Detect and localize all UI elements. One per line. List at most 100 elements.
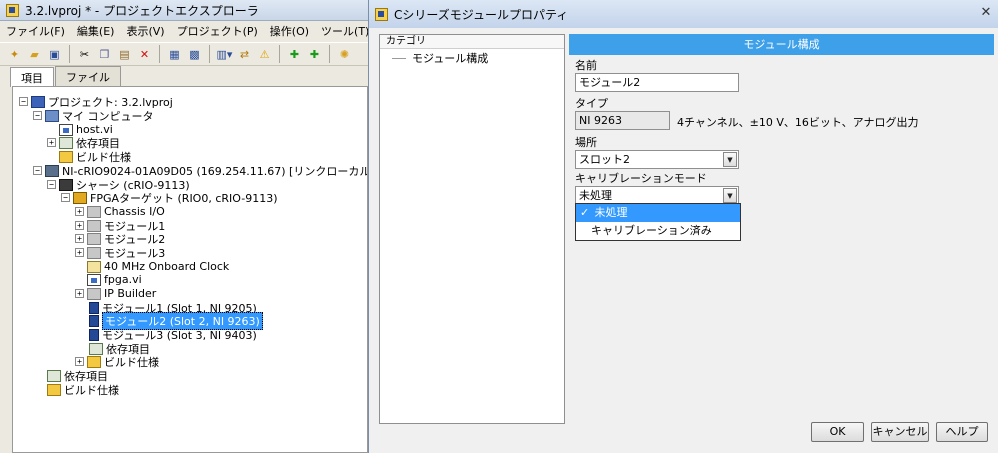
tree-item-project[interactable]: − プロジェクト: 3.2.lvproj (19, 95, 173, 109)
toolbar-separator (159, 45, 160, 63)
expand-icon[interactable]: + (75, 221, 84, 230)
menu-view[interactable]: 表示(V) (120, 23, 170, 39)
labview-app-icon (375, 7, 388, 21)
tree-item-fpga-target[interactable]: − FPGAターゲット (RIO0, cRIO-9113) (61, 191, 278, 205)
target-icon (45, 164, 59, 177)
ok-button[interactable]: OK (811, 422, 864, 442)
tree-item-build-specs[interactable]: ビルド仕様 (59, 150, 131, 164)
tree-item-chassis-io[interactable]: + Chassis I/O (75, 205, 165, 218)
menu-operate[interactable]: 操作(O) (264, 23, 315, 39)
calibration-mode-label: キャリブレーションモード (575, 172, 707, 185)
expand-icon[interactable]: + (47, 138, 56, 147)
menu-file[interactable]: ファイル(F) (0, 23, 71, 39)
calibration-mode-dropdown: ✓ 未処理 キャリブレーション済み (575, 203, 741, 241)
tree-item-label: IP Builder (104, 287, 157, 300)
build-icon[interactable]: ▦ (166, 46, 183, 63)
project-tree: − プロジェクト: 3.2.lvproj − マイ コンピュータ host.vi… (12, 86, 368, 453)
delete-icon[interactable]: ✕ (136, 46, 153, 63)
name-field[interactable]: モジュール2 (575, 73, 739, 92)
tab-files[interactable]: ファイル (55, 66, 121, 86)
new-icon[interactable]: ✦ (6, 46, 23, 63)
menu-bar: ファイル(F) 編集(E) 表示(V) プロジェクト(P) 操作(O) ツール(… (0, 21, 392, 41)
checkmark-icon: ✓ (580, 206, 590, 219)
deploy-icon[interactable]: ▩ (186, 46, 203, 63)
expand-icon[interactable]: + (75, 234, 84, 243)
location-select[interactable]: スロット2 ▼ (575, 150, 739, 169)
project-explorer-titlebar[interactable]: 3.2.lvproj * - プロジェクトエクスプローラ (0, 0, 370, 21)
tree-item-ip-builder[interactable]: + IP Builder (75, 287, 156, 300)
menu-tools[interactable]: ツール(T) (315, 23, 375, 39)
view-options-icon[interactable]: ▥▾ (216, 46, 233, 63)
save-all-icon[interactable]: ▣ (46, 46, 63, 63)
window-title: 3.2.lvproj * - プロジェクトエクスプローラ (25, 3, 259, 18)
tree-item-label: fpga.vi (104, 273, 142, 286)
name-label: 名前 (575, 59, 597, 72)
collapse-icon[interactable]: − (47, 180, 56, 189)
expand-icon[interactable]: + (75, 289, 84, 298)
copy-icon[interactable]: ❐ (96, 46, 113, 63)
expand-icon[interactable]: + (75, 207, 84, 216)
more-tools-icon[interactable]: ✺ (336, 46, 353, 63)
add-item-icon[interactable]: ✚ (286, 46, 303, 63)
toolbar-separator (209, 45, 210, 63)
expand-icon[interactable]: + (75, 357, 84, 366)
cut-icon[interactable]: ✂ (76, 46, 93, 63)
section-header: モジュール構成 (569, 34, 994, 55)
folder-icon (87, 205, 101, 218)
tree-item-module2-folder[interactable]: + モジュール2 (75, 232, 165, 246)
tree-item-target-build-specs[interactable]: ビルド仕様 (47, 383, 119, 397)
chevron-down-icon[interactable]: ▼ (723, 188, 737, 203)
close-icon[interactable]: ✕ (979, 6, 993, 20)
explorer-tabs: 項目 ファイル (10, 66, 122, 87)
toolbar-separator (329, 45, 330, 63)
tree-item-fpga-vi[interactable]: fpga.vi (87, 273, 142, 286)
tree-item-fpga-build-specs[interactable]: + ビルド仕様 (75, 355, 159, 369)
warning-icon[interactable]: ⚠ (256, 46, 273, 63)
module-icon (89, 301, 99, 314)
add-folder-icon[interactable]: ✚ (306, 46, 323, 63)
menu-edit[interactable]: 編集(E) (71, 23, 121, 39)
tree-item-dependencies[interactable]: + 依存項目 (47, 136, 120, 150)
option-label: 未処理 (594, 206, 628, 219)
folder-icon (87, 246, 101, 259)
collapse-icon[interactable]: − (33, 166, 42, 175)
paste-icon[interactable]: ▤ (116, 46, 133, 63)
tree-item-module3[interactable]: モジュール3 (Slot 3, NI 9403) (89, 328, 257, 342)
resolve-conflicts-icon[interactable]: ⇄ (236, 46, 253, 63)
tree-item-label: モジュール3 (104, 246, 166, 260)
folder-icon (87, 219, 101, 232)
cancel-button[interactable]: キャンセル (871, 422, 929, 442)
expand-icon[interactable]: + (75, 248, 84, 257)
type-label: タイプ (575, 97, 608, 110)
vi-icon (59, 123, 73, 136)
tree-item-label: ビルド仕様 (104, 355, 159, 369)
tree-item-my-computer[interactable]: − マイ コンピュータ (33, 109, 154, 123)
type-description: 4チャンネル、±10 V、16ビット、アナログ出力 (677, 116, 919, 129)
option-unprocessed[interactable]: ✓ 未処理 (576, 204, 740, 222)
project-explorer-window: 3.2.lvproj * - プロジェクトエクスプローラ ファイル(F) 編集(… (0, 0, 392, 453)
folder-icon (87, 232, 101, 245)
tree-line-icon (392, 57, 406, 59)
tree-item-label: ビルド仕様 (64, 383, 119, 397)
chevron-down-icon[interactable]: ▼ (723, 152, 737, 167)
tree-item-target-dependencies[interactable]: 依存項目 (47, 369, 108, 383)
labview-app-icon (6, 3, 19, 17)
folder-icon (87, 287, 101, 300)
option-calibrated[interactable]: キャリブレーション済み (576, 222, 740, 240)
dialog-titlebar[interactable]: Cシリーズモジュールプロパティ ✕ (369, 0, 998, 28)
collapse-icon[interactable]: − (33, 111, 42, 120)
menu-project[interactable]: プロジェクト(P) (171, 23, 264, 39)
build-spec-icon (59, 150, 73, 163)
option-label: キャリブレーション済み (591, 224, 712, 237)
tree-item-crio-target[interactable]: − NI-cRIO9024-01A09D05 (169.254.11.67) [… (33, 164, 367, 178)
category-list: カテゴリ モジュール構成 (379, 34, 565, 424)
tab-items[interactable]: 項目 (10, 67, 54, 87)
category-item-module-config[interactable]: モジュール構成 (380, 51, 564, 65)
open-folder-icon[interactable]: ▰ (26, 46, 43, 63)
help-button[interactable]: ヘルプ (936, 422, 988, 442)
tree-item-module2-selected[interactable]: モジュール2 (Slot 2, NI 9263) (89, 311, 263, 330)
tree-item-onboard-clock[interactable]: 40 MHz Onboard Clock (87, 260, 229, 273)
collapse-icon[interactable]: − (61, 193, 70, 202)
tree-item-module3-folder[interactable]: + モジュール3 (75, 246, 166, 260)
collapse-icon[interactable]: − (19, 97, 28, 106)
